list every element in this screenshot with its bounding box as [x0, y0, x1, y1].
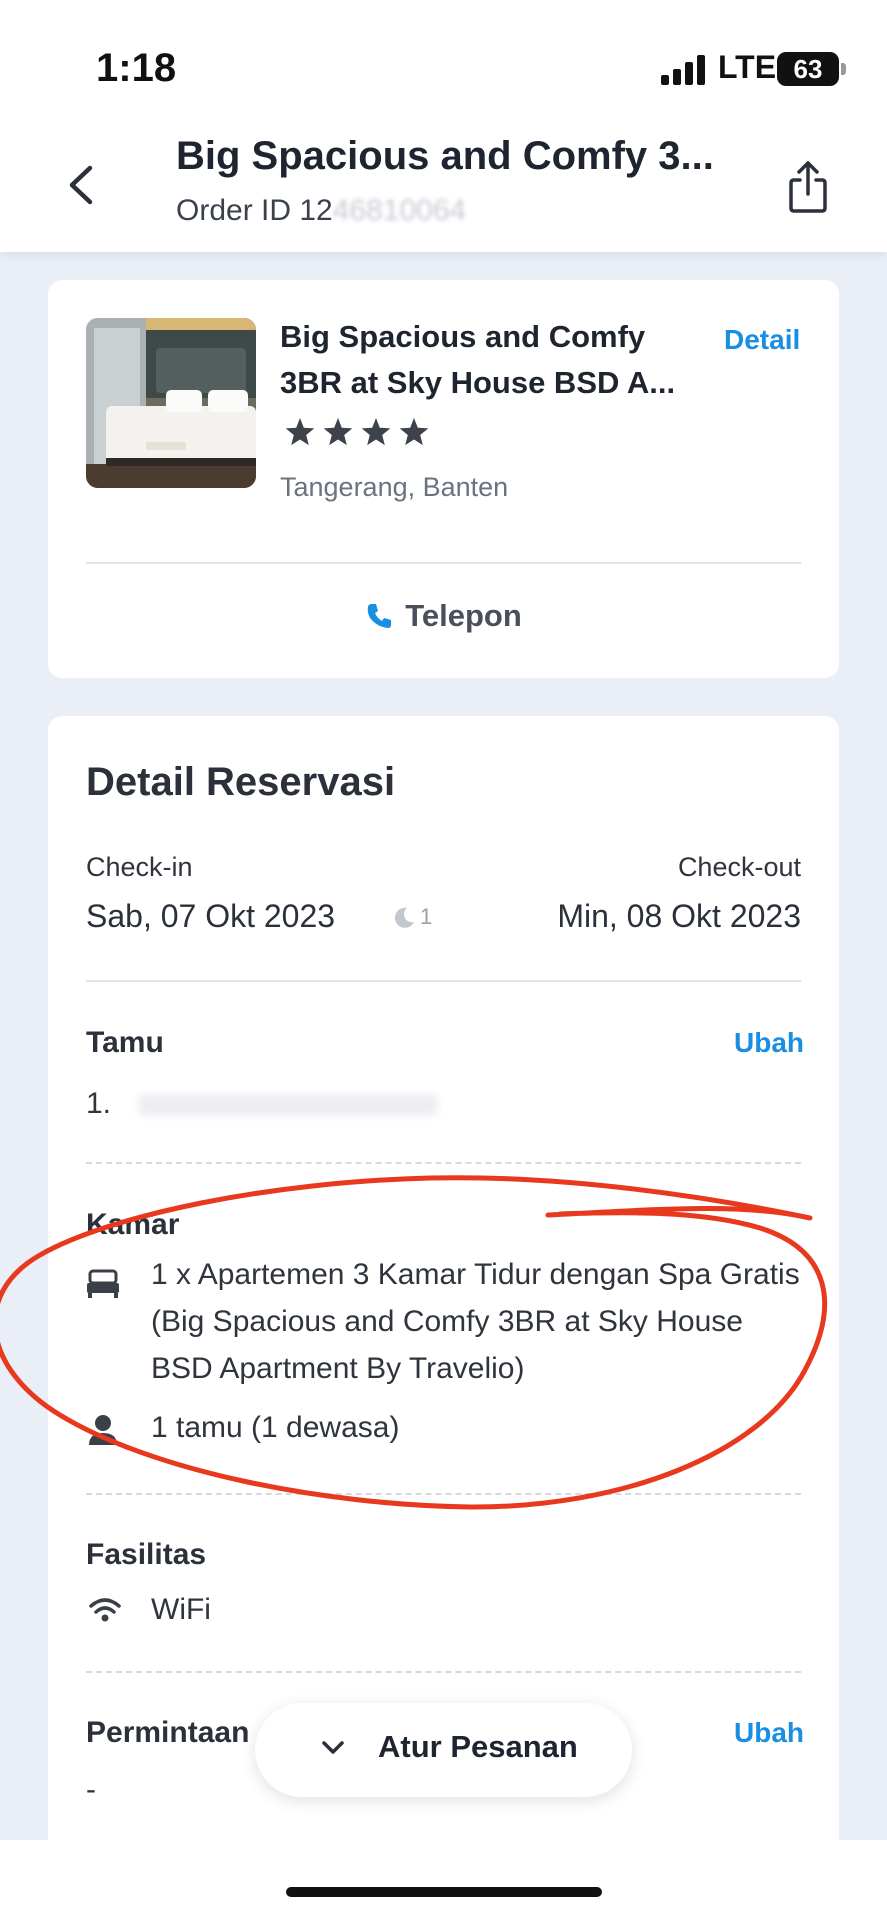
chevron-down-icon — [322, 1741, 344, 1754]
manage-booking-button[interactable]: Atur Pesanan — [255, 1703, 632, 1797]
nights-count: 1 — [420, 904, 433, 929]
facility-item: WiFi — [151, 1593, 211, 1626]
request-value: - — [86, 1773, 96, 1806]
phone-label: Telepon — [405, 598, 522, 633]
checkout-date: Min, 08 Okt 2023 — [557, 898, 801, 934]
hotel-card: Big Spacious and Comfy 3BR at Sky House … — [48, 280, 839, 678]
star-icon — [361, 418, 391, 446]
order-id-redacted: 46810064 — [332, 194, 467, 227]
moon-icon — [394, 907, 414, 928]
star-rating — [285, 418, 429, 446]
status-bar: 1:18 LTE 63 — [0, 0, 887, 120]
wifi-icon — [89, 1598, 121, 1622]
hotel-detail-link[interactable]: Detail — [724, 324, 800, 356]
status-time: 1:18 — [96, 46, 177, 90]
guest-label: Tamu — [86, 1026, 164, 1059]
hotel-bedroom-image — [86, 318, 256, 488]
battery-level: 63 — [793, 54, 823, 84]
manage-booking-label: Atur Pesanan — [378, 1729, 578, 1764]
person-icon — [89, 1415, 117, 1445]
hotel-name: Big Spacious and Comfy 3BR at Sky House … — [280, 319, 676, 400]
card-divider — [86, 562, 801, 564]
hotel-photo[interactable] — [86, 318, 256, 488]
app-header: Big Spacious and Comfy 3... Order ID 124… — [0, 120, 887, 252]
request-label: Permintaan — [86, 1716, 250, 1749]
page-title: Big Spacious and Comfy 3... — [176, 134, 714, 178]
section-divider — [86, 1162, 801, 1164]
back-chevron-icon[interactable] — [62, 160, 102, 210]
home-indicator-area — [0, 1840, 887, 1920]
section-divider — [86, 1671, 801, 1673]
guest-edit-link[interactable]: Ubah — [734, 1027, 804, 1059]
battery-nub — [841, 63, 846, 75]
guest-name-redacted — [138, 1094, 438, 1116]
bed-icon — [87, 1269, 119, 1298]
star-icon — [323, 418, 353, 446]
share-icon[interactable] — [786, 158, 830, 214]
reservation-title: Detail Reservasi — [86, 760, 396, 804]
facilities-label: Fasilitas — [86, 1538, 207, 1571]
cellular-signal-icon — [661, 55, 705, 85]
order-id-label: Order ID 12 — [176, 194, 333, 227]
date-divider — [86, 980, 801, 982]
room-label: Kamar — [86, 1208, 180, 1241]
star-icon — [285, 418, 315, 446]
order-id: Order ID 1246810064 — [176, 194, 466, 228]
section-divider — [86, 1493, 801, 1495]
phone-button[interactable]: Telepon — [48, 598, 839, 634]
checkout-label: Check-out — [677, 852, 801, 882]
room-guests: 1 tamu (1 dewasa) — [151, 1411, 400, 1444]
room-description: 1 x Apartemen 3 Kamar Tidur dengan Spa G… — [151, 1258, 800, 1385]
guest-item-number: 1. — [86, 1087, 112, 1120]
star-icon — [399, 418, 429, 446]
home-indicator[interactable] — [286, 1887, 602, 1897]
checkin-label: Check-in — [86, 852, 193, 882]
network-type: LTE — [718, 49, 777, 85]
phone-icon — [367, 604, 392, 628]
checkin-date: Sab, 07 Okt 2023 — [86, 898, 336, 934]
battery-icon: 63 — [777, 52, 839, 86]
hotel-location: Tangerang, Banten — [280, 472, 509, 502]
request-edit-link[interactable]: Ubah — [734, 1717, 804, 1749]
